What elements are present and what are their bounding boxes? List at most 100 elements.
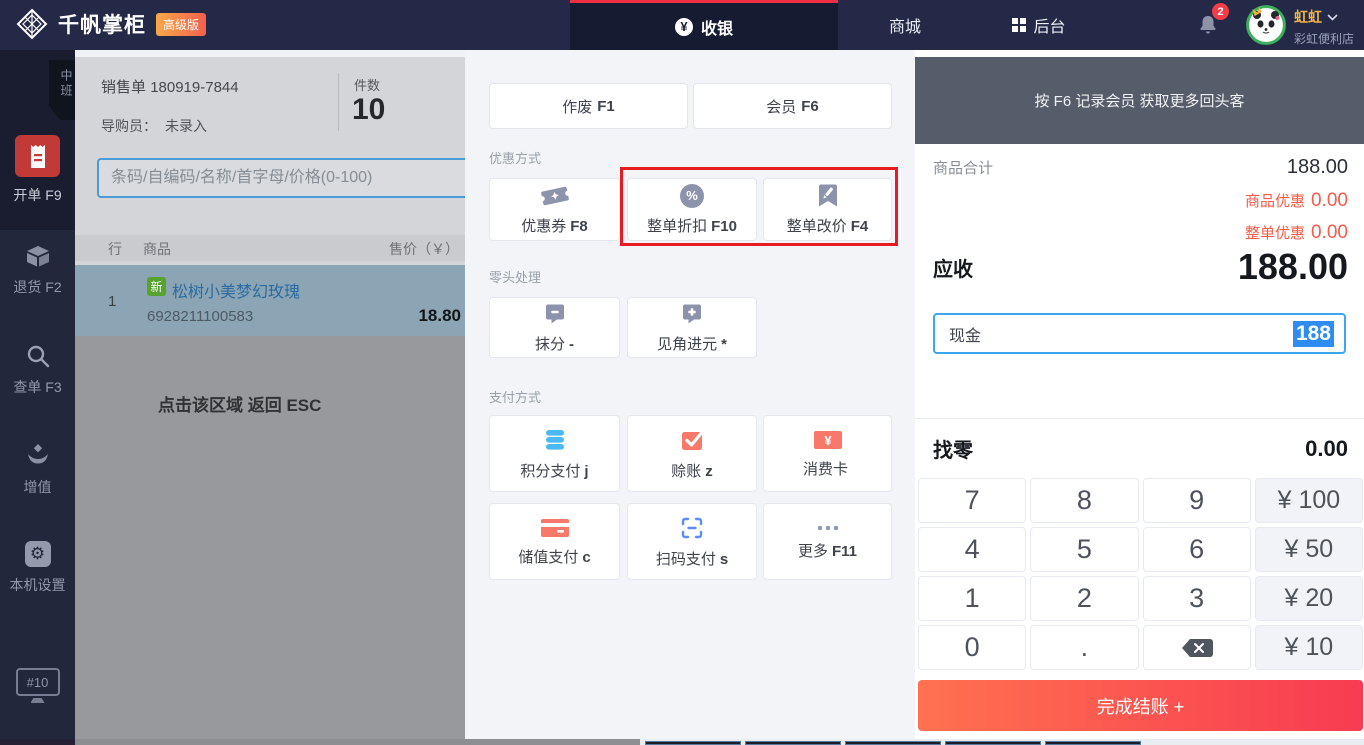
grid-icon bbox=[1012, 18, 1026, 32]
product-discount-row: 商品优惠 0.00 bbox=[1245, 190, 1348, 212]
product-search-input[interactable] bbox=[97, 158, 465, 198]
content-top-strip bbox=[75, 50, 465, 57]
more-payments-button[interactable]: 更多F11 bbox=[763, 503, 892, 580]
app-logo-icon bbox=[16, 8, 48, 40]
payment-section-label: 支付方式 bbox=[489, 387, 541, 406]
subtotal-row: 商品合计 188.00 bbox=[933, 156, 1348, 179]
monitor-stand bbox=[31, 698, 45, 703]
col-line: 行 bbox=[108, 239, 122, 259]
void-button[interactable]: 作废F1 bbox=[489, 83, 688, 129]
sidebar-item-settings[interactable]: ⚙ 本机设置 bbox=[0, 541, 75, 595]
key-6[interactable]: 6 bbox=[1143, 527, 1251, 572]
tab-backend-label: 后台 bbox=[1033, 13, 1065, 37]
taskbar-window-button[interactable] bbox=[845, 741, 941, 745]
chevron-down-icon bbox=[1327, 14, 1338, 21]
sidebar-item-value-added[interactable]: 增值 bbox=[0, 441, 75, 497]
wipe-fen-button[interactable]: 抹分- bbox=[489, 297, 620, 358]
sidebar-item-query[interactable]: 查单 F3 bbox=[0, 343, 75, 397]
tab-mall[interactable]: 商城 bbox=[838, 0, 972, 50]
finish-checkout-button[interactable]: 完成结账 + bbox=[918, 680, 1363, 731]
receipt-icon bbox=[15, 135, 60, 177]
sidebar-item-label: 查单 F3 bbox=[13, 377, 61, 397]
sidebar-item-return[interactable]: 退货 F2 bbox=[0, 243, 75, 297]
key-cash-10[interactable]: ¥ 10 bbox=[1255, 625, 1363, 670]
terminal-id: #10 bbox=[27, 675, 49, 690]
taskbar-window-button[interactable] bbox=[745, 741, 841, 745]
key-cash-50[interactable]: ¥ 50 bbox=[1255, 527, 1363, 572]
key-8[interactable]: 8 bbox=[1030, 478, 1138, 523]
pos-app: 千帆掌柜 高级版 ¥ 收银 商城 后台 2 bbox=[0, 0, 1364, 745]
taskbar-window-button[interactable] bbox=[1045, 741, 1141, 745]
coupon-button[interactable]: 优惠券F8 bbox=[489, 178, 620, 241]
user-menu[interactable]: 虹虹 bbox=[1294, 7, 1354, 27]
dismiss-hint: 点击该区域 返回 ESC bbox=[158, 391, 321, 416]
table-row[interactable]: 1 新 松树小美梦幻玫瑰 6928211100583 18.80 bbox=[75, 265, 465, 336]
key-9[interactable]: 9 bbox=[1143, 478, 1251, 523]
coupon-icon bbox=[537, 181, 571, 211]
key-7[interactable]: 7 bbox=[918, 478, 1026, 523]
notification-count-badge: 2 bbox=[1212, 3, 1229, 20]
backspace-icon bbox=[1180, 638, 1214, 658]
change-row: 找零 0.00 bbox=[933, 434, 1348, 463]
svg-text:¥: ¥ bbox=[824, 433, 832, 448]
whole-order-discount-button[interactable]: % 整单折扣F10 bbox=[627, 178, 757, 241]
col-price: 售价（￥） bbox=[389, 239, 459, 259]
user-meta: 虹虹 彩虹便利店 bbox=[1294, 7, 1354, 47]
avatar[interactable] bbox=[1246, 5, 1286, 45]
key-2[interactable]: 2 bbox=[1030, 576, 1138, 621]
order-discount-row: 整单优惠 0.00 bbox=[1245, 222, 1348, 244]
product-barcode: 6928211100583 bbox=[147, 308, 253, 325]
round-up-button[interactable]: 见角进元* bbox=[627, 297, 757, 358]
subtotal-value: 188.00 bbox=[1287, 156, 1348, 179]
taskbar-window-button[interactable] bbox=[645, 741, 741, 745]
tag-edit-icon bbox=[816, 183, 840, 208]
sidebar-item-new-order[interactable]: 开单 F9 bbox=[0, 135, 75, 205]
items-table-header: 行 商品 售价（￥） bbox=[75, 235, 465, 261]
bank-card-icon bbox=[540, 517, 570, 539]
product-price: 18.80 bbox=[418, 306, 461, 326]
gear-icon: ⚙ bbox=[25, 541, 51, 567]
tab-backend[interactable]: 后台 bbox=[972, 0, 1106, 50]
dismiss-overlay-area[interactable]: 点击该区域 返回 ESC bbox=[75, 336, 465, 739]
taskbar-window-button[interactable] bbox=[945, 741, 1041, 745]
terminal-indicator: #10 bbox=[0, 668, 75, 703]
plus-badge-icon bbox=[680, 302, 704, 326]
cash-input[interactable]: 现金 188 bbox=[933, 313, 1346, 354]
member-button[interactable]: 会员F6 bbox=[693, 83, 892, 129]
scan-pay-button[interactable]: 扫码支付s bbox=[627, 503, 757, 580]
key-0[interactable]: 0 bbox=[918, 625, 1026, 670]
credit-pay-button[interactable]: 赊账z bbox=[627, 415, 757, 492]
key-cash-100[interactable]: ¥ 100 bbox=[1255, 478, 1363, 523]
member-hint-banner[interactable]: 按 F6 记录会员 获取更多回头客 bbox=[915, 57, 1364, 144]
key-1[interactable]: 1 bbox=[918, 576, 1026, 621]
key-cash-20[interactable]: ¥ 20 bbox=[1255, 576, 1363, 621]
key-dot[interactable]: . bbox=[1030, 625, 1138, 670]
key-4[interactable]: 4 bbox=[918, 527, 1026, 572]
product-name: 松树小美梦幻玫瑰 bbox=[172, 278, 300, 302]
consume-card-button[interactable]: ¥ 消费卡 bbox=[763, 415, 892, 492]
whole-order-reprice-button[interactable]: 整单改价F4 bbox=[763, 178, 892, 241]
cash-value-selected: 188 bbox=[1293, 321, 1334, 347]
store-name: 彩虹便利店 bbox=[1294, 30, 1354, 47]
sidebar-item-label: 增值 bbox=[24, 477, 52, 497]
stored-value-pay-button[interactable]: 储值支付c bbox=[489, 503, 620, 580]
monitor-icon: #10 bbox=[16, 668, 60, 696]
key-3[interactable]: 3 bbox=[1143, 576, 1251, 621]
yen-circle-icon: ¥ bbox=[675, 18, 693, 36]
tab-cashier[interactable]: ¥ 收银 bbox=[570, 0, 838, 50]
change-value: 0.00 bbox=[1305, 436, 1348, 462]
backspace-key[interactable] bbox=[1143, 625, 1251, 670]
taskbar bbox=[0, 739, 1364, 745]
key-5[interactable]: 5 bbox=[1030, 527, 1138, 572]
guide-row: 导购员：未录入 bbox=[101, 116, 207, 136]
amount-due-row: 应收 188.00 bbox=[933, 246, 1348, 288]
new-badge: 新 bbox=[147, 277, 166, 296]
gem-hands-icon bbox=[24, 441, 52, 469]
due-value: 188.00 bbox=[1238, 246, 1348, 288]
header-divider bbox=[338, 73, 339, 131]
return-box-icon bbox=[24, 243, 52, 269]
sale-panel: 销售单 180919-7844 件数 10 导购员：未录入 行 商品 售价（￥）… bbox=[75, 57, 465, 739]
points-pay-button[interactable]: 积分支付j bbox=[489, 415, 620, 492]
taskbar-gray-segment bbox=[75, 739, 640, 745]
brand: 千帆掌柜 高级版 bbox=[16, 8, 206, 40]
